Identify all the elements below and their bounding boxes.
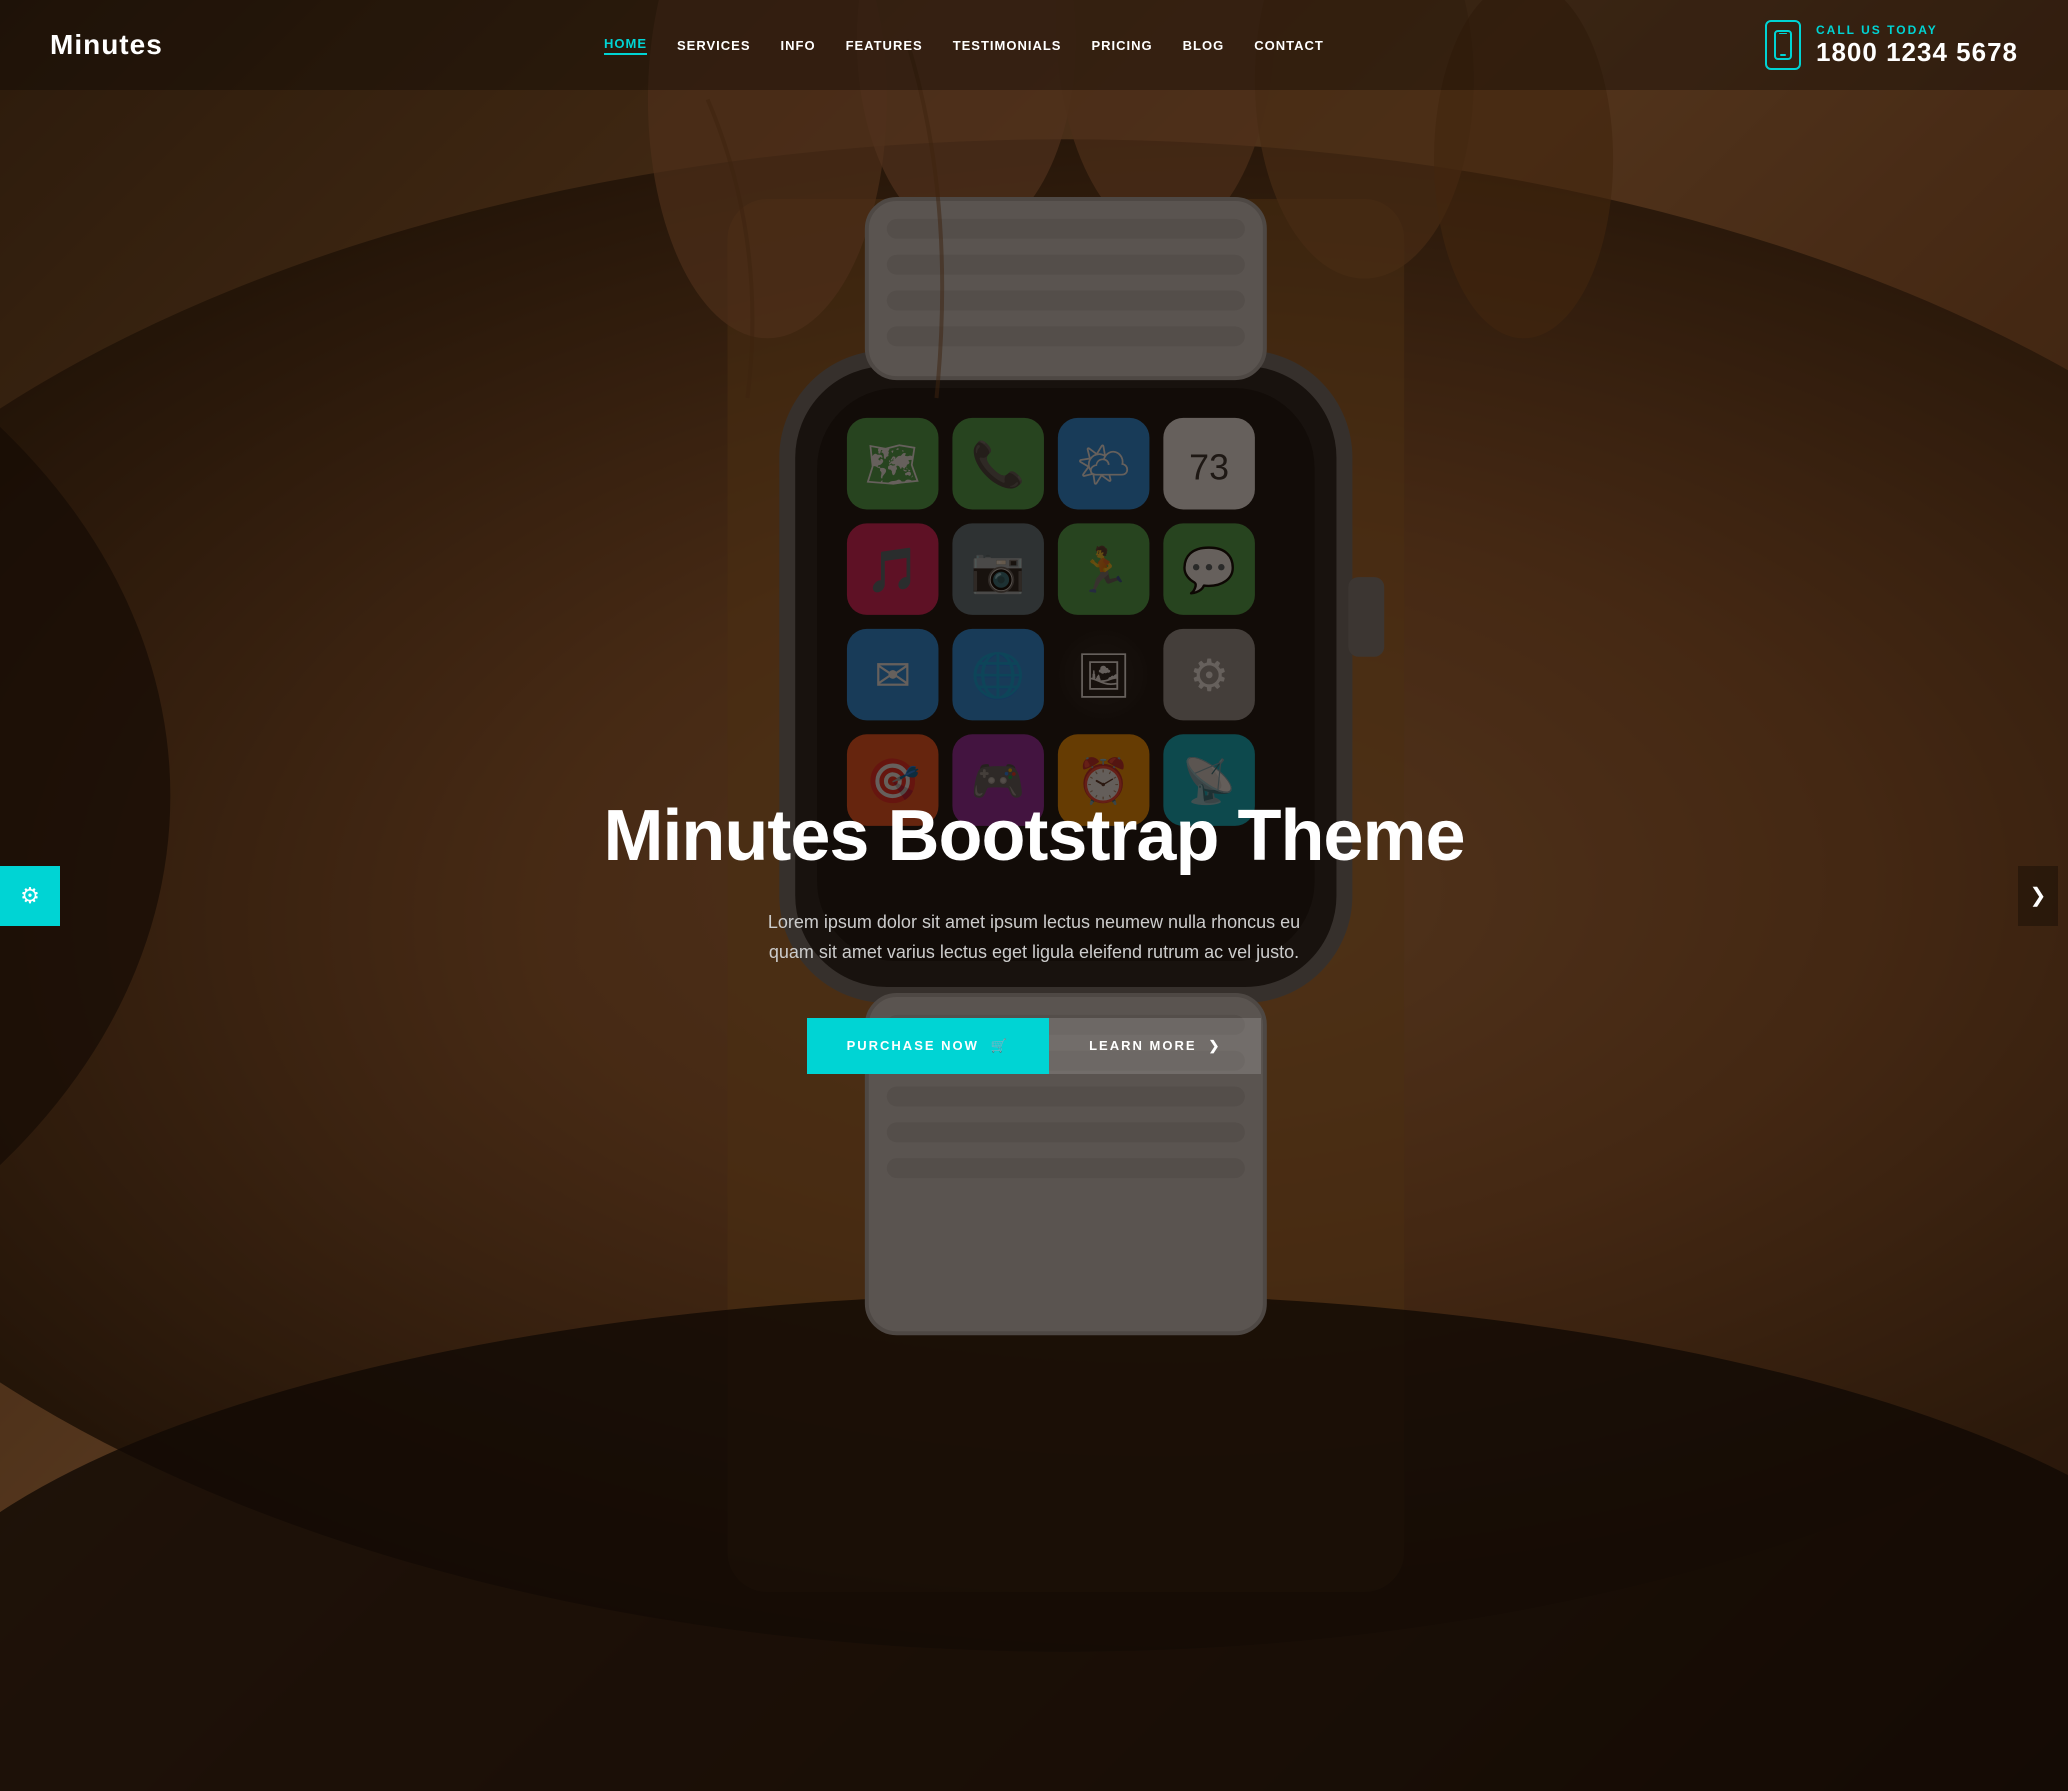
- phone-number[interactable]: 1800 1234 5678: [1816, 37, 2018, 68]
- nav-contact[interactable]: CONTACT: [1254, 38, 1324, 53]
- nav-testimonials[interactable]: TESTIMONIALS: [953, 38, 1062, 53]
- learn-more-button[interactable]: LEARN MORE ❯: [1049, 1018, 1261, 1074]
- main-nav: HOME SERVICES INFO FEATURES TESTIMONIALS…: [604, 36, 1324, 55]
- settings-button[interactable]: ⚙: [0, 866, 60, 926]
- chevron-right-icon: ❯: [2030, 883, 2047, 908]
- hero-content: Minutes Bootstrap Theme Lorem ipsum dolo…: [0, 0, 2068, 1791]
- phone-icon: [1765, 20, 1801, 70]
- purchase-now-button[interactable]: PURCHASE NOW 🛒: [807, 1018, 1050, 1074]
- hero-title: Minutes Bootstrap Theme: [603, 797, 1464, 876]
- settings-gear-icon: ⚙: [20, 883, 40, 909]
- purchase-label: PURCHASE NOW: [847, 1038, 979, 1053]
- contact-block: CALL US TODAY 1800 1234 5678: [1765, 20, 2018, 70]
- contact-text: CALL US TODAY 1800 1234 5678: [1816, 23, 2018, 68]
- hero-section: 🗺 📞 🌤 73 🎵 📷 🏃 💬 ✉ 🌐 🖼 ⚙: [0, 0, 2068, 1791]
- hero-buttons: PURCHASE NOW 🛒 LEARN MORE ❯: [807, 1018, 1262, 1074]
- nav-pricing[interactable]: PRICING: [1091, 38, 1152, 53]
- hero-next-arrow[interactable]: ❯: [2018, 866, 2058, 926]
- site-logo[interactable]: Minutes: [50, 29, 163, 61]
- nav-services[interactable]: SERVICES: [677, 38, 751, 53]
- nav-home[interactable]: HOME: [604, 36, 647, 55]
- cart-icon: 🛒: [991, 1038, 1009, 1054]
- nav-features[interactable]: FEATURES: [846, 38, 923, 53]
- nav-info[interactable]: INFO: [781, 38, 816, 53]
- site-header: Minutes HOME SERVICES INFO FEATURES TEST…: [0, 0, 2068, 90]
- nav-blog[interactable]: BLOG: [1183, 38, 1225, 53]
- hero-subtitle: Lorem ipsum dolor sit amet ipsum lectus …: [764, 907, 1304, 968]
- learn-more-label: LEARN MORE: [1089, 1038, 1196, 1053]
- call-us-label: CALL US TODAY: [1816, 23, 2018, 37]
- chevron-right-icon: ❯: [1209, 1038, 1222, 1054]
